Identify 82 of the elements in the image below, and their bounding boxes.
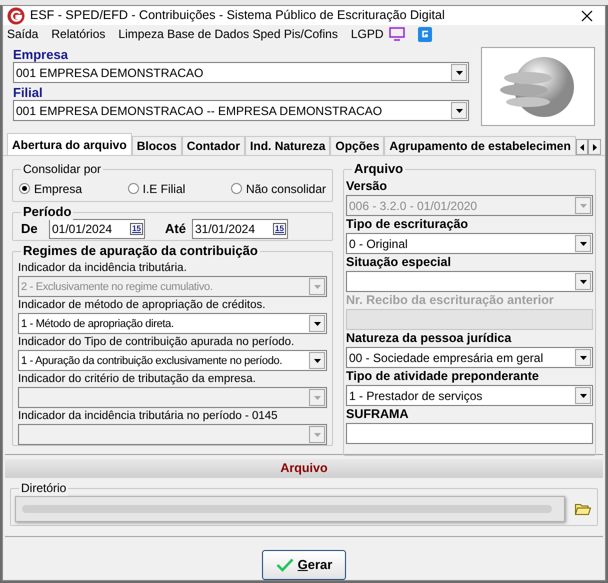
tab[interactable]: Abertura do arquivo	[7, 133, 132, 156]
directory-field[interactable]	[15, 496, 565, 522]
caret-icon	[580, 394, 586, 398]
field-label: SUFRAMA	[346, 406, 410, 424]
close-icon[interactable]	[581, 10, 593, 22]
caret-icon	[580, 356, 586, 360]
menu-item[interactable]: Limpeza Base de Dados Sped Pis/Cofins	[118, 25, 338, 44]
caret-icon	[456, 70, 462, 75]
dropdown-field[interactable]	[346, 271, 593, 292]
tab[interactable]: Contador	[182, 136, 246, 156]
field-label: Nr. Recibo da escrituração anterior	[346, 292, 555, 310]
dropdown-button[interactable]	[575, 235, 591, 252]
tab[interactable]: Opções	[330, 136, 384, 156]
dropdown-button[interactable]	[309, 315, 325, 332]
caret-icon	[314, 322, 320, 326]
dropdown-button[interactable]	[575, 387, 591, 404]
tab[interactable]: Ind. Natureza	[245, 136, 330, 156]
right-arrow-icon	[592, 144, 597, 151]
dropdown-field[interactable]: 1 - Método de apropriação direta.	[18, 313, 327, 334]
field-label: Tipo de escrituração	[346, 216, 470, 234]
tab[interactable]: Agrupamento de estabelecimen	[384, 136, 576, 156]
field-label: Empresa	[13, 47, 69, 62]
field-label: Até	[165, 220, 186, 238]
radio-button[interactable]	[19, 183, 30, 194]
dropdown-button[interactable]	[575, 273, 591, 290]
dropdown-field[interactable]: 1 - Apuração da contribuição exclusivamente no período.	[18, 350, 327, 372]
caret-icon	[314, 358, 320, 363]
radio-button[interactable]	[230, 183, 242, 194]
folder-icon[interactable]	[575, 503, 591, 515]
group-title: Período	[21, 204, 74, 220]
field-label: Indicador do critério de tributação da empresa.	[18, 372, 257, 388]
group-title: Regimes de apuração da contribuição	[21, 243, 260, 260]
generate-button[interactable]: Gerar	[262, 550, 346, 580]
left-arrow-icon	[580, 144, 584, 151]
field-label: De	[21, 220, 39, 238]
tab-scroll-left[interactable]	[576, 139, 588, 156]
field-label: Tipo de atividade preponderante	[346, 368, 540, 386]
dropdown-button[interactable]	[451, 64, 467, 82]
field-label: Situação especial	[346, 254, 452, 272]
dropdown-button[interactable]	[451, 102, 467, 120]
group-title: Arquivo	[352, 161, 406, 178]
caret-icon	[314, 432, 320, 437]
caret-icon	[314, 396, 320, 400]
group-title: Consolidar por	[21, 161, 104, 178]
dropdown-button[interactable]	[575, 349, 591, 366]
field-label: Indicador de método de apropriação de créditos.	[18, 298, 266, 314]
menu-item[interactable]: Saída	[7, 25, 38, 44]
radio-label[interactable]: I.E Filial	[142, 180, 186, 198]
calendar-button[interactable]: 15	[273, 223, 286, 236]
tab-scroll-right[interactable]	[588, 139, 601, 156]
caret-icon	[580, 242, 586, 246]
menu-item[interactable]: Relatórios	[51, 25, 106, 44]
caret-icon	[580, 204, 586, 208]
monitor-icon[interactable]	[388, 27, 405, 42]
caret-icon	[456, 108, 462, 113]
field-label: Indicador do Tipo de contribuição apurada no período.	[18, 335, 296, 350]
dropdown-button[interactable]	[309, 352, 325, 370]
field-label: Indicador da incidência tributária.	[18, 261, 188, 276]
field-label: Indicador da incidência tributária no período - 0145	[18, 409, 279, 424]
dropdown-field[interactable]: 1 - Prestador de serviços	[346, 385, 593, 406]
input-field[interactable]	[346, 423, 593, 444]
dropdown-field[interactable]: 00 - Sociedade empresária em geral	[346, 347, 593, 368]
radio-label[interactable]: Não consolidar	[246, 180, 326, 198]
caret-icon	[314, 284, 320, 289]
radio-label[interactable]: Empresa	[34, 180, 82, 198]
app-book-icon[interactable]	[418, 26, 432, 42]
date-field[interactable]: 01/01/2024 15	[49, 219, 145, 240]
tab[interactable]: Blocos	[132, 136, 182, 156]
section-header: Arquivo	[5, 459, 603, 478]
field-label: Natureza da pessoa jurídica	[346, 330, 512, 348]
field-label: Filial	[13, 85, 44, 100]
field-label: Versão	[346, 178, 388, 196]
date-field[interactable]: 31/01/2024 15	[192, 219, 288, 240]
radio-button[interactable]	[128, 183, 139, 194]
caret-icon	[580, 280, 586, 284]
filial-dropdown[interactable]: 001 EMPRESA DEMONSTRACAO -- EMPRESA DEMONSTRACAO	[13, 100, 469, 122]
menu-item[interactable]: LGPD	[350, 25, 384, 44]
empresa-dropdown[interactable]: 001 EMPRESA DEMONSTRACAO	[13, 62, 469, 84]
calendar-button[interactable]: 15	[130, 223, 143, 236]
checkmark-icon	[276, 558, 294, 572]
window-title: ESF - SPED/EFD - Contribuições - Sistema Público de Escrituração Digital	[30, 7, 446, 24]
dropdown-field[interactable]: 0 - Original	[346, 233, 593, 254]
